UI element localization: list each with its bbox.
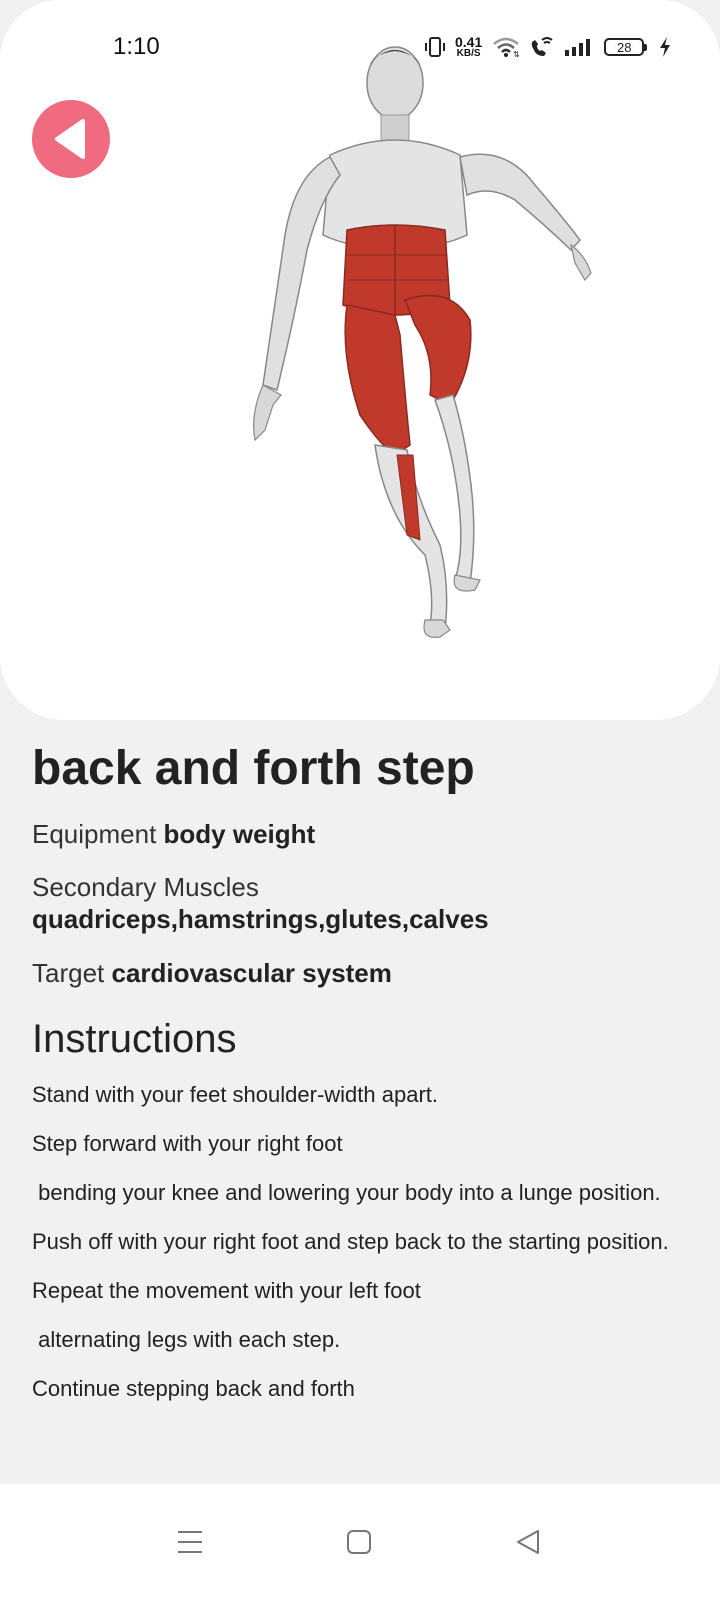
back-button[interactable] [32,100,110,178]
home-square-icon [346,1529,372,1555]
target-value: cardiovascular system [111,958,392,988]
target-label: Target [32,958,112,988]
exercise-image-card: 1:10 0.41 KB/S ⇅ 28 [0,0,720,720]
back-arrow-icon [51,117,91,161]
target-row: Target cardiovascular system [32,957,392,989]
instruction-item: Push off with your right foot and step b… [32,1229,669,1254]
recents-button[interactable] [160,1512,220,1572]
system-back-button[interactable] [498,1512,558,1572]
back-triangle-icon [515,1529,541,1555]
system-nav-bar [0,1484,720,1600]
charging-icon [658,36,672,58]
exercise-title: back and forth step [32,742,475,795]
secondary-muscles-row: Secondary Muscles quadriceps,hamstrings,… [32,871,489,935]
equipment-label: Equipment [32,819,164,849]
menu-icon [176,1529,204,1555]
secondary-muscles-value: quadriceps,hamstrings,glutes,calves [32,904,489,934]
home-button[interactable] [329,1512,389,1572]
battery-icon: 28 [604,38,648,56]
exercise-details: back and forth step Equipment body weigh… [32,740,688,1401]
instruction-item: alternating legs with each step. [32,1327,341,1352]
instruction-item: Stand with your feet shoulder-width apar… [32,1082,439,1107]
equipment-value: body weight [163,819,316,849]
instructions-list: Stand with your feet shoulder-width apar… [32,1081,672,1424]
secondary-muscles-label: Secondary Muscles [32,872,259,902]
status-time: 1:10 [113,33,160,60]
instruction-item: Repeat the movement with your left foot [32,1278,421,1303]
battery-level: 28 [604,38,648,56]
instruction-item: Continue stepping back and forth [32,1376,355,1401]
instructions-heading: Instructions [32,1017,237,1061]
instruction-item: Step forward with your right foot [32,1131,343,1156]
instruction-item: bending your knee and lowering your body… [32,1180,661,1205]
equipment-row: Equipment body weight [32,818,315,850]
exercise-illustration [235,35,600,655]
